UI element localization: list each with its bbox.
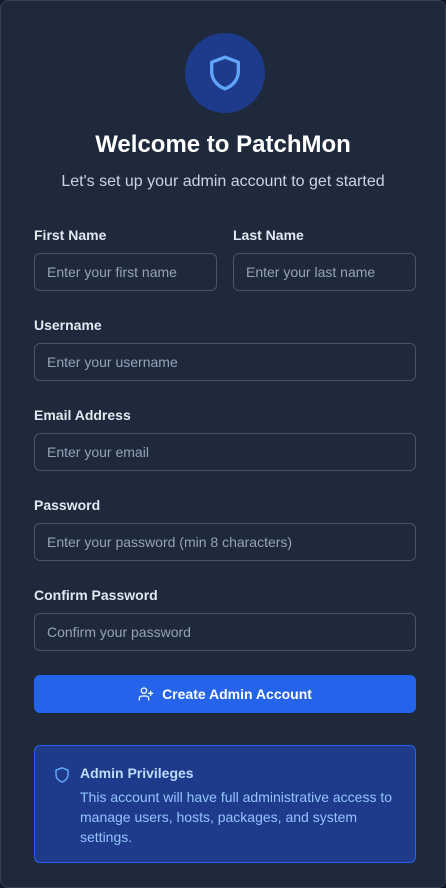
password-label: Password: [34, 497, 101, 513]
notice-title: Admin Privileges: [80, 765, 194, 781]
username-label: Username: [34, 317, 102, 333]
first-name-input[interactable]: [34, 253, 217, 291]
last-name-input[interactable]: [233, 253, 416, 291]
page-subtitle: Let's set up your admin account to get s…: [61, 173, 385, 190]
shield-icon: [55, 767, 69, 783]
notice-text: This account will have full administrati…: [80, 789, 393, 845]
page-title: Welcome to PatchMon: [95, 131, 351, 158]
create-admin-account-button[interactable]: Create Admin Account: [34, 675, 416, 713]
admin-privileges-notice: Admin Privileges This account will have …: [34, 745, 416, 863]
email-input[interactable]: [34, 433, 416, 471]
logo-badge: [185, 33, 265, 113]
shield-icon: [210, 55, 240, 91]
last-name-label: Last Name: [233, 227, 304, 243]
setup-card: Welcome to PatchMon Let's set up your ad…: [0, 0, 446, 888]
email-label: Email Address: [34, 407, 131, 423]
password-input[interactable]: [34, 523, 416, 561]
username-input[interactable]: [34, 343, 416, 381]
confirm-password-label: Confirm Password: [34, 587, 158, 603]
first-name-label: First Name: [34, 227, 107, 243]
confirm-password-input[interactable]: [34, 613, 416, 651]
create-admin-account-label: Create Admin Account: [162, 686, 312, 702]
user-plus-icon: [138, 687, 154, 701]
